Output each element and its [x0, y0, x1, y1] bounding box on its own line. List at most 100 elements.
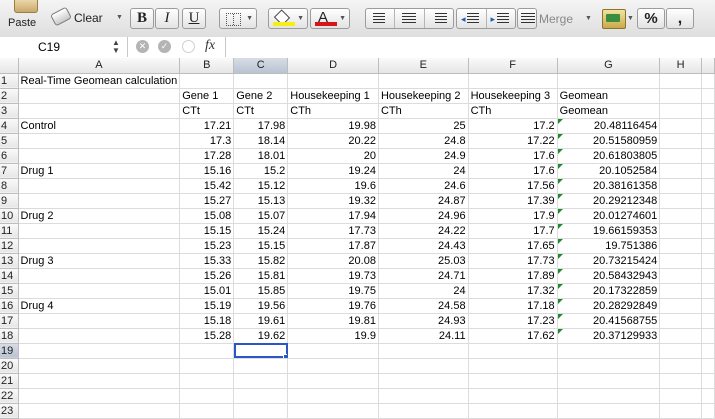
cell-a12[interactable] [18, 238, 181, 254]
cell-f6[interactable]: 17.6 [468, 148, 558, 164]
cell-h18[interactable] [659, 328, 702, 344]
cell-h13[interactable] [659, 253, 702, 269]
cell-e3[interactable]: CTh [378, 103, 469, 119]
cell-e6[interactable]: 24.9 [378, 148, 469, 164]
cell-c7[interactable]: 15.2 [233, 163, 289, 179]
cell-g15[interactable]: 20.17322859 [557, 283, 661, 299]
cell-g2[interactable]: Geomean [557, 88, 661, 104]
cell-h15[interactable] [659, 283, 702, 299]
cell-d16[interactable]: 19.76 [287, 298, 379, 314]
cell-c3[interactable]: CTt [233, 103, 289, 119]
column-header-a[interactable]: A [18, 58, 181, 74]
error-indicator-icon[interactable] [557, 283, 563, 289]
cell-d23[interactable] [287, 403, 379, 419]
clear-dropdown-icon[interactable]: ▼ [116, 14, 123, 21]
cell-a6[interactable] [18, 148, 181, 164]
cell-f23[interactable] [468, 403, 558, 419]
cell-b23[interactable] [179, 403, 235, 419]
cell-g3[interactable]: Geomean [557, 103, 661, 119]
comma-style-button[interactable]: , [666, 8, 694, 29]
cell-f20[interactable] [468, 358, 558, 374]
cell-c22[interactable] [233, 388, 289, 404]
cell-f15[interactable]: 17.32 [468, 283, 558, 299]
cell-d8[interactable]: 19.6 [287, 178, 379, 194]
error-indicator-icon[interactable] [557, 208, 563, 214]
row-header[interactable]: 21 [0, 373, 19, 389]
cell-h9[interactable] [659, 193, 702, 209]
cell-a4[interactable]: Control [18, 118, 181, 134]
cell-a11[interactable] [18, 223, 181, 239]
cell-f5[interactable]: 17.22 [468, 133, 558, 149]
error-indicator-icon[interactable] [557, 193, 563, 199]
cell-d4[interactable]: 19.98 [287, 118, 379, 134]
column-header-next[interactable] [701, 58, 715, 74]
cell-g9[interactable]: 20.29212348 [557, 193, 661, 209]
row-header[interactable]: 17 [0, 313, 19, 329]
row-header[interactable]: 2 [0, 88, 19, 104]
row-header[interactable]: 5 [0, 133, 19, 149]
cell-b11[interactable]: 15.15 [179, 223, 235, 239]
cell-a2[interactable] [18, 88, 181, 104]
cell-c1[interactable] [233, 73, 289, 89]
row-header[interactable]: 10 [0, 208, 19, 224]
cell-g14[interactable]: 20.58432943 [557, 268, 661, 284]
cell-a14[interactable] [18, 268, 181, 284]
paste-icon[interactable] [14, 0, 38, 13]
cell-f18[interactable]: 17.62 [468, 328, 558, 344]
name-box[interactable]: C19 ▲ ▼ [0, 37, 128, 57]
error-indicator-icon[interactable] [557, 223, 563, 229]
cell-e19[interactable] [378, 343, 469, 359]
cell-a13[interactable]: Drug 3 [18, 253, 181, 269]
cell-c11[interactable]: 15.24 [233, 223, 289, 239]
cell-c14[interactable]: 15.81 [233, 268, 289, 284]
cell-e13[interactable]: 25.03 [378, 253, 469, 269]
paste-button[interactable]: Paste [8, 17, 36, 29]
cell-h4[interactable] [659, 118, 702, 134]
cell-c20[interactable] [233, 358, 289, 374]
cell-h19[interactable] [659, 343, 702, 359]
cell-e16[interactable]: 24.58 [378, 298, 469, 314]
cell-f3[interactable]: CTh [468, 103, 558, 119]
row-header[interactable]: 9 [0, 193, 19, 209]
cell-g22[interactable] [557, 388, 661, 404]
cell-e17[interactable]: 24.93 [378, 313, 469, 329]
cell-d6[interactable]: 20 [287, 148, 379, 164]
cell-e22[interactable] [378, 388, 469, 404]
cell-c8[interactable]: 15.12 [233, 178, 289, 194]
cell-g18[interactable]: 20.37129933 [557, 328, 661, 344]
font-color-dropdown-icon[interactable]: ▼ [339, 9, 346, 28]
cell-next[interactable] [701, 268, 715, 284]
cell-next[interactable] [701, 133, 715, 149]
number-format-dropdown-icon[interactable]: ▼ [627, 15, 634, 22]
cell-g8[interactable]: 20.38161358 [557, 178, 661, 194]
cell-e2[interactable]: Housekeeping 2 [378, 88, 469, 104]
cell-e15[interactable]: 24 [378, 283, 469, 299]
align-center-button[interactable] [395, 9, 425, 28]
cell-c5[interactable]: 18.14 [233, 133, 289, 149]
cell-e9[interactable]: 24.87 [378, 193, 469, 209]
cell-a9[interactable] [18, 193, 181, 209]
number-format-icon[interactable] [602, 9, 626, 29]
cell-a7[interactable]: Drug 1 [18, 163, 181, 179]
cell-next[interactable] [701, 328, 715, 344]
cell-g1[interactable] [557, 73, 661, 89]
cell-b22[interactable] [179, 388, 235, 404]
cell-d11[interactable]: 17.73 [287, 223, 379, 239]
cell-b8[interactable]: 15.42 [179, 178, 235, 194]
cell-h20[interactable] [659, 358, 702, 374]
cell-e14[interactable]: 24.71 [378, 268, 469, 284]
merge-button[interactable]: Merge [539, 12, 573, 26]
cell-e18[interactable]: 24.11 [378, 328, 469, 344]
row-header[interactable]: 22 [0, 388, 19, 404]
cell-d12[interactable]: 17.87 [287, 238, 379, 254]
cell-d17[interactable]: 19.81 [287, 313, 379, 329]
error-indicator-icon[interactable] [557, 118, 563, 124]
cell-h11[interactable] [659, 223, 702, 239]
row-header[interactable]: 23 [0, 403, 19, 419]
formula-builder-icon[interactable] [182, 40, 195, 53]
cell-a15[interactable] [18, 283, 181, 299]
error-indicator-icon[interactable] [557, 313, 563, 319]
cell-next[interactable] [701, 73, 715, 89]
cell-a21[interactable] [18, 373, 181, 389]
cell-g6[interactable]: 20.61803805 [557, 148, 661, 164]
